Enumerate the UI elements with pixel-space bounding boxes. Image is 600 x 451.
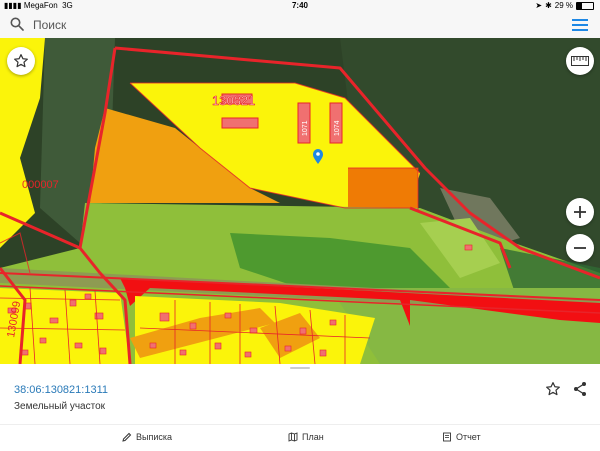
- tab-extract-label: Выписка: [136, 432, 173, 442]
- share-icon[interactable]: [573, 381, 587, 397]
- label-parcel-main: 130821: [212, 93, 255, 108]
- tab-report[interactable]: Отчет: [442, 432, 481, 442]
- search-bar[interactable]: Поиск: [0, 12, 600, 39]
- bottom-tab-bar: Выписка План Отчет: [0, 424, 600, 451]
- status-right: ➤ ✱ 29 %: [535, 1, 594, 10]
- label-building-b: 1074: [334, 120, 341, 136]
- location-arrow-icon: ➤: [535, 1, 543, 10]
- label-parcel-left: 000007: [22, 179, 59, 191]
- tab-report-label: Отчет: [456, 432, 481, 442]
- search-icon: [10, 17, 24, 31]
- tab-extract[interactable]: Выписка: [122, 432, 172, 442]
- battery-percent: 29 %: [554, 1, 573, 10]
- ruler-icon: [571, 56, 589, 66]
- cadastral-number[interactable]: 38:06:130821:1311: [14, 384, 108, 396]
- menu-icon[interactable]: [572, 18, 588, 32]
- map-icon: [288, 432, 298, 442]
- parcel-dark-orange[interactable]: [348, 168, 418, 210]
- map-canvas[interactable]: 130821 000007 130099 1071 1074: [0, 38, 600, 364]
- star-icon[interactable]: [545, 381, 561, 397]
- zoom-out-button[interactable]: [566, 234, 594, 262]
- minus-icon: [574, 247, 586, 249]
- plus-icon: [574, 206, 586, 218]
- status-bar: ▮▮▮▮ MegaFon 3G 7:40 ➤ ✱ 29 %: [0, 0, 600, 12]
- tab-plan[interactable]: План: [288, 432, 324, 442]
- battery-icon: [576, 1, 594, 10]
- favorite-button[interactable]: [7, 47, 35, 75]
- label-building-a: 1071: [302, 120, 309, 136]
- battery-level: [577, 2, 582, 9]
- tab-plan-label: План: [302, 432, 324, 442]
- bluetooth-icon: ✱: [545, 1, 552, 10]
- clock: 7:40: [291, 1, 308, 10]
- object-type: Земельный участок: [14, 401, 106, 412]
- zoom-in-button[interactable]: [566, 198, 594, 226]
- sheet-grabber[interactable]: [290, 367, 310, 369]
- pencil-icon: [122, 432, 132, 442]
- ruler-button[interactable]: [566, 47, 594, 75]
- map-view[interactable]: 130821 000007 130099 1071 1074: [0, 38, 600, 364]
- document-icon: [443, 432, 451, 442]
- star-icon: [14, 54, 28, 68]
- search-input[interactable]: Поиск: [33, 18, 66, 32]
